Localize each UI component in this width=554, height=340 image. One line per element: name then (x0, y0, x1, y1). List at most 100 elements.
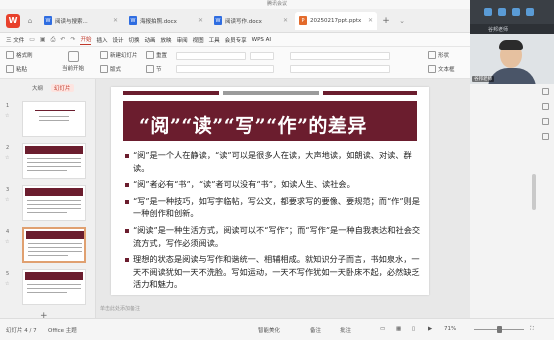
slide-counter: 幻灯片 4 / 7 (6, 328, 37, 334)
panel-tabs: 大纲 幻灯片 (0, 79, 95, 92)
slide-editing-canvas: “阅”“读”“写”“作”的差异 “阅”是一个人在静读，“读”可以是很多人在读，大… (96, 79, 470, 318)
slide-scrollbar[interactable] (532, 174, 536, 210)
participant-hair (499, 40, 523, 50)
menu-slideshow[interactable]: 放映 (161, 36, 172, 44)
smart-beautify-button[interactable]: 智能美化 (258, 326, 280, 334)
slide-thumbnail-4[interactable]: 4 ☆ (4, 227, 92, 265)
meeting-title: 腾讯会议 (266, 1, 287, 7)
property-icon[interactable] (541, 88, 549, 95)
print-icon[interactable]: ⎙ (51, 36, 56, 44)
comments-toggle[interactable]: 批注 (340, 326, 351, 334)
ppt-doc-icon: P (299, 16, 307, 25)
animation-icon[interactable] (541, 118, 549, 125)
from-current-button[interactable]: 当前开始 (62, 51, 84, 72)
menu-file[interactable]: 三 文件 (6, 36, 24, 44)
textbox-button[interactable]: 文本框 (428, 65, 455, 73)
slide-title-banner: “阅”“读”“写”“作”的差异 (123, 101, 417, 141)
document-tab-bar: W ⌂ W 阅读与搜索... ✕ W 海报拍照.docx ✕ W 阅读写作.do… (0, 9, 470, 33)
star-icon: ☆ (5, 239, 10, 245)
participant-body (488, 68, 536, 84)
slide-thumbnail-2[interactable]: 2 ☆ (4, 143, 92, 181)
save-icon[interactable]: ▣ (40, 36, 46, 43)
reading-view-icon[interactable]: ▯ (412, 326, 415, 332)
folder-icon[interactable]: ▭ (29, 36, 35, 43)
tab-document-1[interactable]: W 阅读与搜索... ✕ (40, 12, 122, 30)
slide-thumbnail-image (22, 101, 86, 137)
sections-icon (146, 65, 154, 73)
slide-thumbnail-image (22, 227, 86, 263)
font-name-select[interactable] (176, 52, 246, 60)
font-size-select[interactable] (250, 52, 274, 60)
bullet-item: 理想的状态是阅读与写作和谐统一、相辅相成。就知识分子而言，书如泉水，一天不阅读犹… (125, 253, 421, 291)
font-format-group[interactable] (176, 65, 274, 73)
decorative-stripe (123, 91, 219, 95)
tab-document-3[interactable]: W 阅读写作.docx ✕ (210, 12, 292, 30)
chat-icon[interactable] (512, 8, 520, 16)
menu-design[interactable]: 设计 (113, 36, 124, 44)
close-icon[interactable]: ✕ (368, 17, 373, 24)
sorter-view-icon[interactable]: ▦ (396, 326, 401, 332)
bullet-item: “阅”是一个人在静读，“读”可以是很多人在读，大声地读，如朗读、对读、群读。 (125, 149, 421, 174)
slide-thumbnail-1[interactable]: 1 ☆ (4, 101, 92, 139)
format-painter-button[interactable]: 格式刷 (6, 51, 33, 59)
alignment-group[interactable] (290, 65, 390, 73)
current-slide[interactable]: “阅”“读”“写”“作”的差异 “阅”是一个人在静读，“读”可以是很多人在读，大… (111, 87, 429, 295)
menu-tools[interactable]: 工具 (209, 36, 220, 44)
slide-thumbnail-3[interactable]: 3 ☆ (4, 185, 92, 223)
style-icon[interactable] (541, 103, 549, 110)
tab-document-2[interactable]: W 海报拍照.docx ✕ (125, 12, 207, 30)
new-slide-button[interactable]: 新建幻灯片 (100, 51, 138, 59)
menu-transition[interactable]: 切换 (129, 36, 140, 44)
home-icon[interactable]: ⌂ (23, 17, 37, 25)
video-panel-toolbar (470, 0, 554, 24)
fit-window-icon[interactable]: ⛶ (530, 326, 534, 333)
slide-thumbnail-5[interactable]: 5 ☆ (4, 269, 92, 307)
new-tab-button[interactable]: + (380, 16, 392, 26)
menu-wps-ai[interactable]: WPS AI (252, 37, 271, 43)
tab-document-4[interactable]: P 20250217ppt.pptx ✕ (295, 11, 377, 30)
close-icon[interactable]: ✕ (283, 17, 288, 24)
settings-icon[interactable] (541, 133, 549, 140)
slide-number: 4 (6, 229, 10, 235)
notes-placeholder[interactable]: 单击此处添加备注 (100, 305, 140, 312)
new-slide-label: 新建幻灯片 (110, 53, 138, 59)
tab-slides[interactable]: 幻灯片 (51, 84, 74, 92)
paragraph-group[interactable] (290, 52, 390, 60)
slide-number: 1 (6, 103, 10, 109)
layout-label: 版式 (110, 67, 122, 73)
menu-view[interactable]: 视图 (193, 36, 204, 44)
word-doc-icon: W (44, 16, 52, 25)
play-icon[interactable]: ▶ (428, 326, 432, 332)
menu-review[interactable]: 审阅 (177, 36, 188, 44)
slide-thumbnail-image (22, 185, 86, 221)
paste-button[interactable]: 粘贴 (6, 65, 27, 73)
menu-member[interactable]: 会员专享 (225, 36, 247, 44)
tab-outline[interactable]: 大纲 (32, 84, 43, 92)
tab-label: 阅读与搜索... (55, 18, 88, 25)
undo-icon[interactable]: ↶ (60, 36, 65, 43)
menu-home[interactable]: 开始 (80, 35, 92, 45)
menu-animation[interactable]: 动画 (145, 36, 156, 44)
normal-view-icon[interactable]: ▭ (380, 326, 385, 332)
close-icon[interactable]: ✕ (113, 17, 118, 24)
layout-button[interactable]: 版式 (100, 65, 121, 73)
menu-insert[interactable]: 插入 (96, 36, 107, 44)
fullscreen-icon[interactable] (526, 8, 534, 16)
redo-icon[interactable]: ↷ (70, 36, 75, 43)
tab-label: 20250217ppt.pptx (310, 17, 362, 24)
ribbon-toolbar: 格式刷 粘贴 当前开始 新建幻灯片 版式 重置 节 形状 文本框 (0, 47, 470, 79)
sections-button[interactable]: 节 (146, 65, 162, 73)
participant-video[interactable]: 谷邦老师 (470, 34, 554, 84)
notes-toggle[interactable]: 备注 (310, 326, 321, 334)
grid-icon[interactable] (498, 8, 506, 16)
wps-logo-icon[interactable]: W (6, 13, 20, 28)
zoom-slider-handle[interactable] (497, 326, 502, 333)
close-icon[interactable]: ✕ (198, 17, 203, 24)
word-doc-icon: W (129, 16, 137, 25)
video-icon[interactable] (484, 8, 492, 16)
shape-button[interactable]: 形状 (428, 51, 449, 59)
reset-button[interactable]: 重置 (146, 51, 167, 59)
ribbon-menu-bar: 三 文件 ▭ ▣ ⎙ ↶ ↷ 开始 插入 设计 切换 动画 放映 审阅 视图 工… (0, 33, 470, 47)
shape-label: 形状 (438, 53, 450, 59)
chevron-down-icon[interactable]: ⌄ (395, 17, 409, 25)
